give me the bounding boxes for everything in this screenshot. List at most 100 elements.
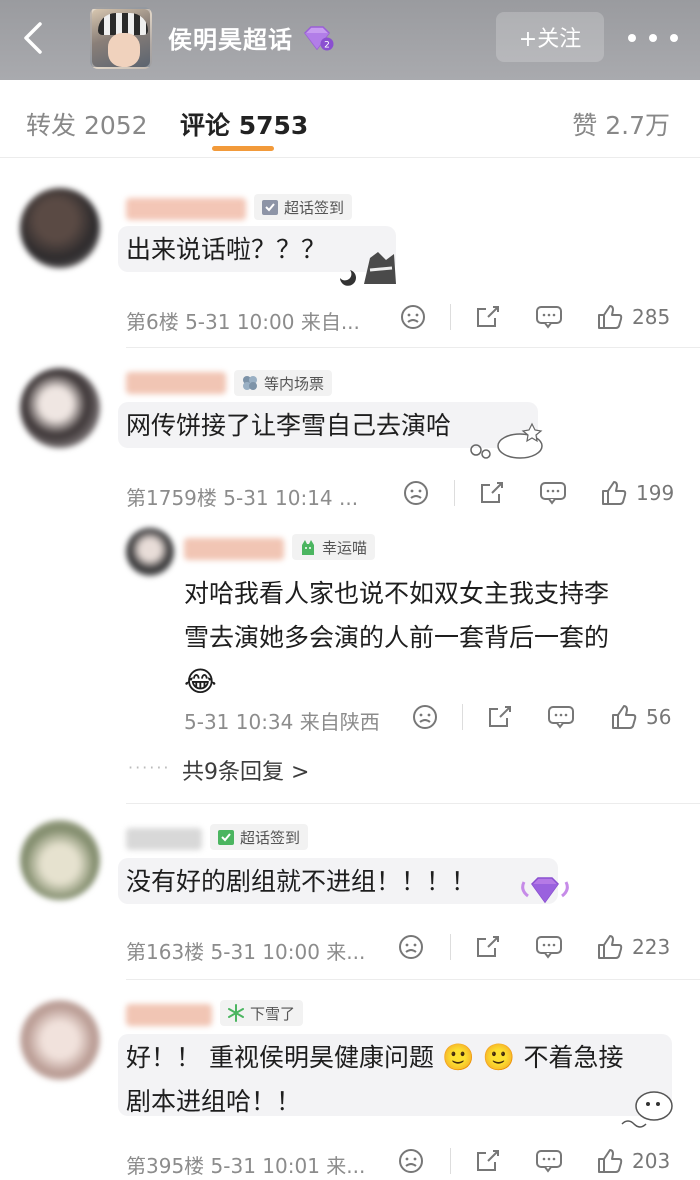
divider [450,1148,451,1174]
like-icon [602,481,627,505]
reply-button[interactable] [539,480,567,506]
dislike-icon [401,305,425,329]
reply-button[interactable] [535,934,563,960]
reply-username[interactable] [184,538,284,560]
tab-bar: 转发 2052 评论 5753 赞 2.7万 [0,80,700,158]
dislike-button[interactable] [398,934,424,960]
like-count: 285 [632,305,671,329]
share-icon [477,1150,499,1171]
comment-item: 超话签到 出来说话啦？？？ 第6楼 5-31 10:00 来自... 285 [0,158,700,348]
emoji-laugh: 😂 [184,665,217,698]
comment-icon [536,306,562,329]
avatar[interactable] [20,188,100,268]
like-button[interactable]: 285 [596,304,670,330]
tab-repost[interactable]: 转发 2052 [26,106,148,142]
username[interactable] [126,198,246,220]
share-icon [481,482,503,503]
dislike-icon [413,705,437,729]
divider [450,934,451,960]
share-button[interactable] [475,304,501,330]
svg-text:2: 2 [324,40,330,50]
like-icon [612,705,637,729]
reply-meta: 5-31 10:34 来自陕西 [184,710,380,734]
user-badge[interactable]: 超话签到 [254,194,353,220]
share-button[interactable] [479,480,505,506]
comment-item: 下雪了 好！！ 重视侯明昊健康问题 🙂 🙂 不着急接 剧本进组哈！！ 第395楼… [0,980,700,1180]
tab-like[interactable]: 赞 2.7万 [572,106,670,142]
comment-icon [536,936,562,959]
clover-icon [243,376,257,390]
user-badge[interactable]: 幸运喵 [292,534,376,560]
snowflake-icon [228,1004,244,1022]
comment-text: 出来说话啦？？？ [126,235,327,264]
supertopic-avatar[interactable] [90,7,152,69]
divider [462,704,463,730]
emoji-smile: 🙂 🙂 [433,1043,524,1073]
user-badge[interactable]: 等内场票 [234,370,333,396]
bubble-decoration [340,252,396,286]
share-button[interactable] [475,934,501,960]
reply-button[interactable] [535,304,563,330]
dislike-button[interactable] [398,1148,424,1174]
share-icon [477,936,499,957]
like-count: 199 [636,481,675,505]
comment-meta: 第1759楼 5-31 10:14 ... [126,486,359,510]
divider [450,304,451,330]
user-badge[interactable]: 下雪了 [220,1000,304,1026]
like-count: 223 [632,935,671,959]
username[interactable] [126,828,202,850]
reply-avatar[interactable] [126,528,174,576]
avatar[interactable] [20,1000,100,1080]
tab-active-indicator [212,146,274,151]
check-in-icon [262,200,278,215]
like-count: 56 [646,705,672,729]
comment-icon [540,482,566,505]
bubble-decoration [521,877,569,904]
reply-text: 对哈我看人家也说不如双女主我支持李 雪去演她多会演的人前一套背后一套的 😂 [184,572,609,704]
like-icon [598,1149,623,1173]
comment-meta: 第163楼 5-31 10:00 来... [126,940,366,964]
tab-comment[interactable]: 评论 5753 [180,106,308,142]
comment-icon [536,1150,562,1173]
dislike-button[interactable] [400,304,426,330]
like-button[interactable]: 56 [610,704,671,730]
gem-icon: 2 [301,25,335,51]
avatar[interactable] [20,368,100,448]
like-icon [598,305,623,329]
follow-button[interactable]: +关注 [496,12,604,62]
username[interactable] [126,372,226,394]
like-button[interactable]: 223 [596,934,670,960]
dislike-icon [399,1149,423,1173]
like-count: 203 [632,1149,671,1173]
share-button[interactable] [475,1148,501,1174]
comment-meta: 第395楼 5-31 10:01 来... [126,1154,366,1178]
comment-item: 超话签到 没有好的剧组就不进组！！！！ 第163楼 5-31 10:00 来..… [0,804,700,980]
more-replies-link[interactable]: 共9条回复 > [182,754,309,786]
avatar[interactable] [20,820,100,900]
share-icon [477,306,499,327]
thread-dots: ······ [128,758,171,777]
comment-text: 网传饼接了让李雪自己去演哈 [126,411,452,440]
user-badge[interactable]: 超话签到 [210,824,309,850]
cat-icon [302,540,314,555]
like-button[interactable]: 199 [600,480,674,506]
like-button[interactable]: 203 [596,1148,670,1174]
share-button[interactable] [487,704,513,730]
comment-text: 好！！ 重视侯明昊健康问题 🙂 🙂 不着急接 剧本进组哈！！ [126,1043,624,1116]
comment-meta: 第6楼 5-31 10:00 来自... [126,310,360,334]
back-icon [24,22,42,54]
page-title: 侯明昊超话 [168,26,293,54]
bubble-decoration [470,422,543,459]
username[interactable] [126,1004,212,1026]
dislike-button[interactable] [412,704,438,730]
dislike-button[interactable] [403,480,429,506]
reply-button[interactable] [535,1148,563,1174]
dislike-icon [399,935,423,959]
bubble-decoration [621,1091,673,1128]
reply-button[interactable] [547,704,575,730]
comment-icon [548,706,574,729]
back-button[interactable] [14,18,54,58]
share-icon [489,706,511,727]
more-icon[interactable] [628,24,678,52]
comment-text: 没有好的剧组就不进组！！！！ [126,867,477,896]
